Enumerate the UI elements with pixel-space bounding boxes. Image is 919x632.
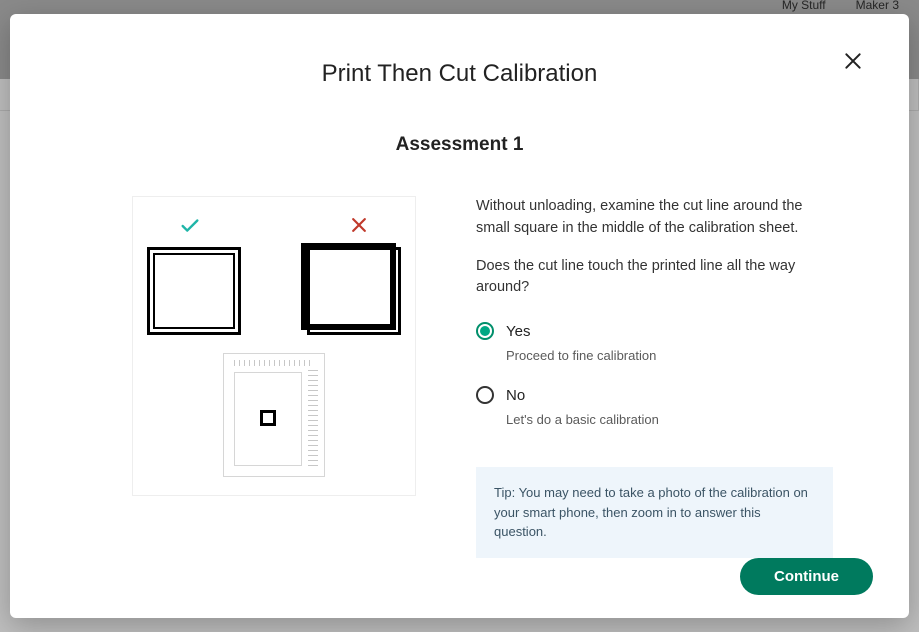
radio-label: Yes: [506, 321, 656, 344]
tip-box: Tip: You may need to take a photo of the…: [476, 467, 833, 558]
modal-subtitle: Assessment 1: [46, 134, 873, 156]
modal-title: Print Then Cut Calibration: [46, 60, 873, 88]
modal-content: Without unloading, examine the cut line …: [46, 196, 873, 558]
radio-label: No: [506, 385, 659, 408]
question-text: Does the cut line touch the printed line…: [476, 256, 833, 300]
radio-sublabel: Let's do a basic calibration: [506, 410, 659, 430]
calibration-modal: Print Then Cut Calibration Assessment 1: [10, 14, 909, 618]
instruction-panel: Without unloading, examine the cut line …: [476, 196, 833, 558]
instruction-text: Without unloading, examine the cut line …: [476, 196, 833, 240]
continue-label: Continue: [774, 568, 839, 585]
bad-alignment-square: [307, 247, 401, 335]
modal-footer: Continue: [46, 558, 873, 595]
check-icon: [179, 215, 201, 237]
radio-icon: [476, 386, 494, 404]
radio-option-yes[interactable]: Yes Proceed to fine calibration: [476, 321, 833, 365]
close-icon: [843, 51, 863, 71]
tip-text: Tip: You may need to take a photo of the…: [494, 485, 808, 539]
close-button[interactable]: [841, 50, 865, 74]
continue-button[interactable]: Continue: [740, 558, 873, 595]
calibration-illustration: [132, 196, 416, 496]
radio-sublabel: Proceed to fine calibration: [506, 346, 656, 366]
radio-option-no[interactable]: No Let's do a basic calibration: [476, 385, 833, 429]
calibration-sheet-diagram: [223, 353, 325, 477]
good-alignment-square: [147, 247, 241, 335]
x-mark-icon: [349, 215, 369, 235]
radio-icon: [476, 322, 494, 340]
